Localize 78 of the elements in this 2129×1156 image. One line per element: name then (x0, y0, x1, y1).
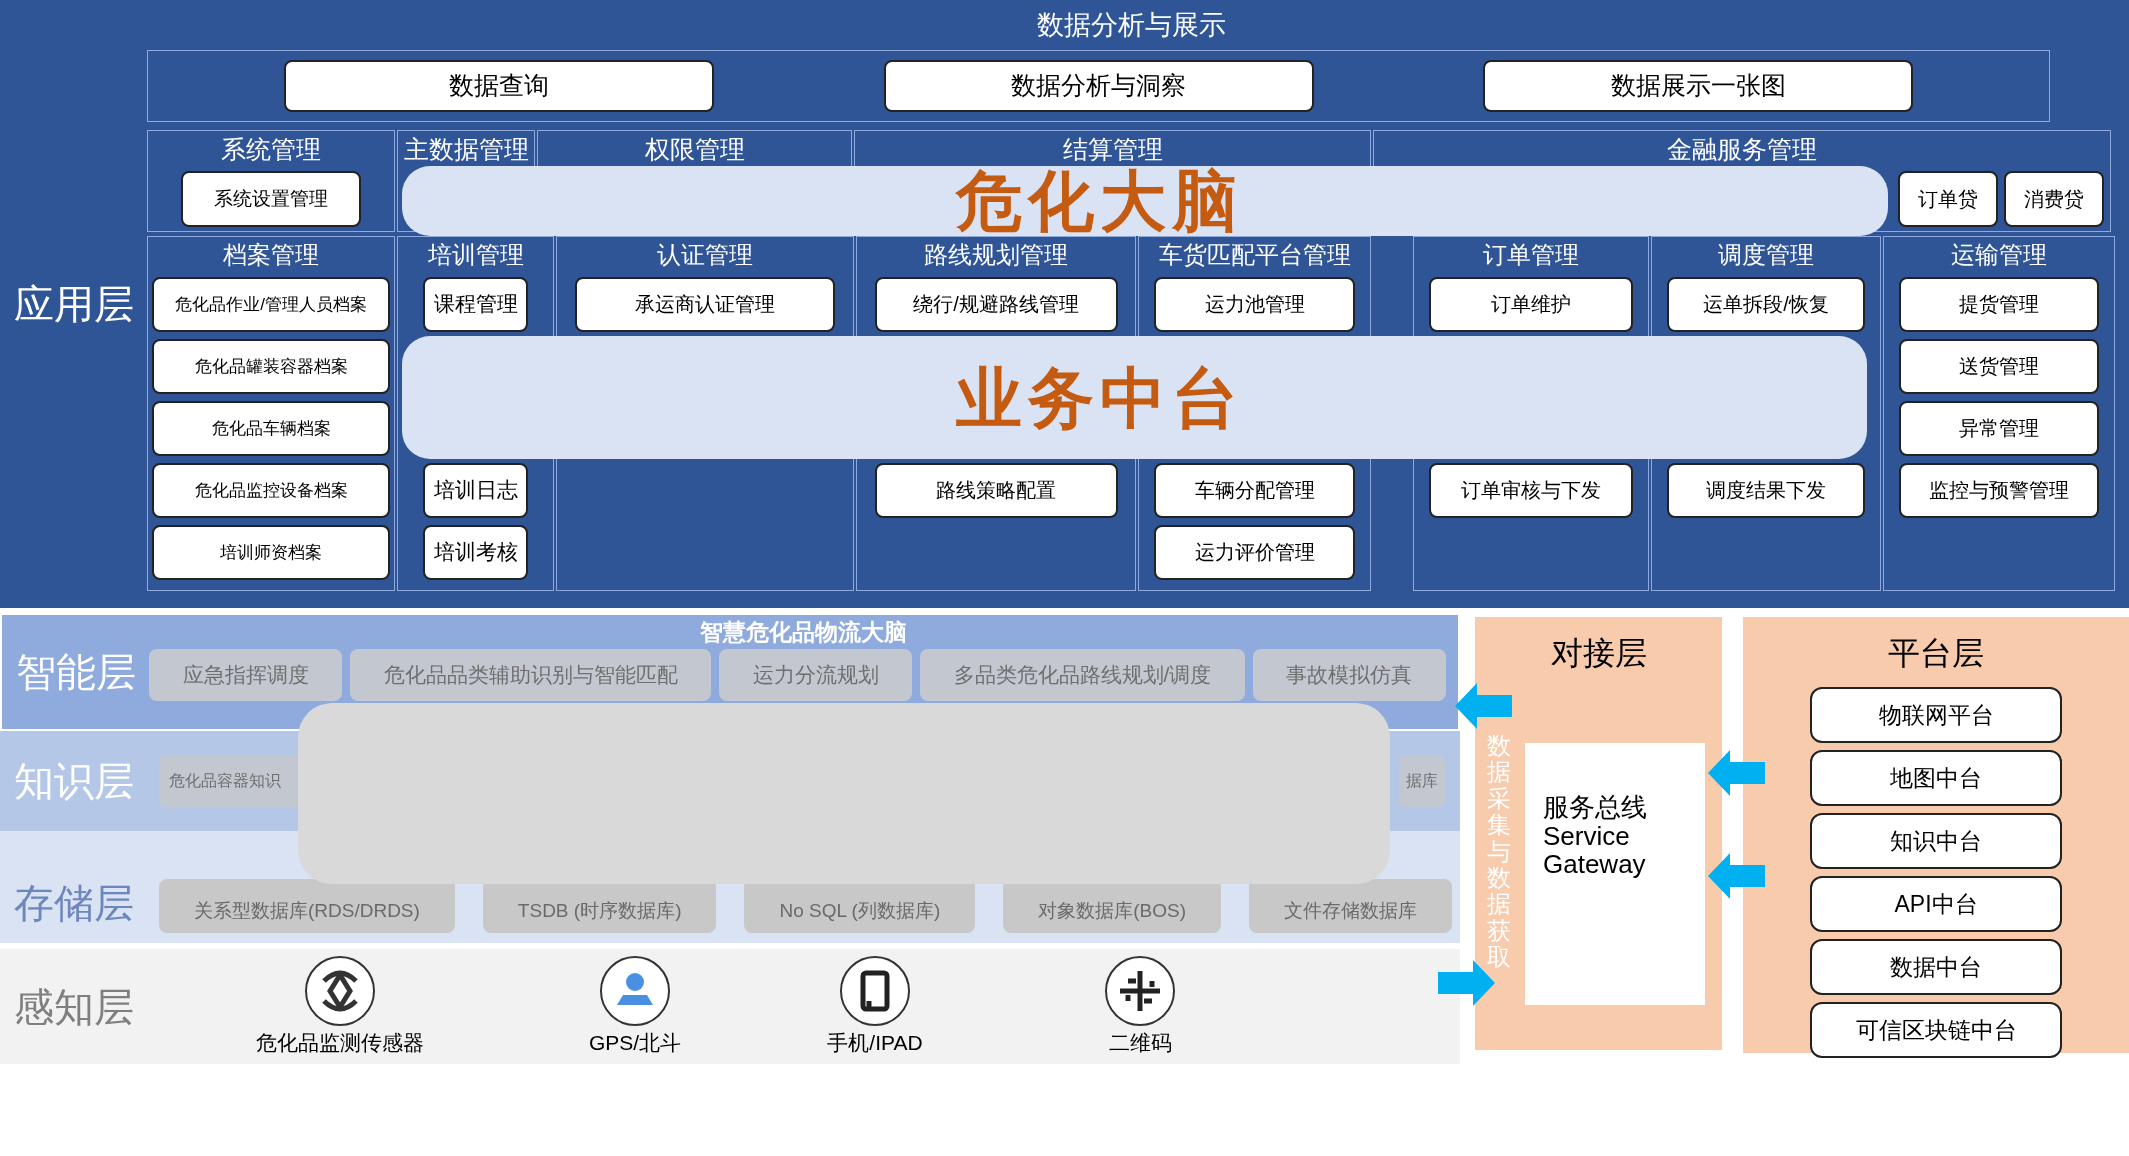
module-button[interactable]: 危化品罐装容器档案 (152, 339, 390, 394)
module-button[interactable]: 培训师资档案 (152, 525, 390, 580)
group-title: 金融服务管理 (1667, 134, 1817, 165)
group-title: 档案管理 (223, 240, 319, 270)
module-button[interactable]: 数据展示一张图 (1483, 60, 1913, 112)
capability-block: 应急指挥调度 (149, 649, 343, 701)
layer-label: 智能层 (15, 649, 136, 696)
module-button[interactable]: 可信区块链中台 (1810, 1002, 2062, 1058)
module-button[interactable]: 订单贷 (1898, 171, 1998, 227)
module-button[interactable]: 知识中台 (1810, 813, 2062, 869)
layer-title: 对接层 (1550, 634, 1647, 673)
capability-block: 多品类危化品路线规划/调度 (920, 649, 1245, 701)
module-button[interactable]: 消费贷 (2004, 171, 2104, 227)
module-button[interactable]: 异常管理 (1899, 401, 2099, 456)
module-button[interactable]: 订单维护 (1429, 277, 1633, 332)
module-button[interactable]: 系统设置管理 (181, 171, 361, 227)
group-title: 权限管理 (644, 134, 745, 165)
module-button[interactable]: 运力评价管理 (1154, 525, 1355, 580)
module-button[interactable]: 车辆分配管理 (1154, 463, 1355, 518)
module-button[interactable]: 承运商认证管理 (575, 277, 835, 332)
layer-label: 感知层 (13, 983, 134, 1031)
module-button[interactable]: 地图中台 (1810, 750, 2062, 806)
module-button[interactable]: 培训考核 (423, 525, 528, 580)
arrow-left-icon (1455, 683, 1512, 729)
layer-label: 知识层 (13, 758, 134, 805)
module-button[interactable]: 路线策略配置 (874, 463, 1118, 518)
phone-icon (839, 954, 911, 1027)
module-button[interactable]: 调度结果下发 (1667, 463, 1865, 518)
capability-block: 事故模拟仿真 (1252, 649, 1446, 701)
section-title: 数据分析与展示 (1036, 8, 1226, 42)
cross-grid-icon (1104, 954, 1176, 1027)
module-button[interactable]: 送货管理 (1899, 339, 2099, 394)
module-button[interactable]: 数据查询 (284, 60, 714, 112)
module-button[interactable]: 危化品作业/管理人员档案 (152, 277, 390, 332)
group-title: 路线规划管理 (924, 240, 1068, 270)
arrow-left-icon (1708, 750, 1765, 796)
module-button[interactable]: 课程管理 (423, 277, 528, 332)
device-label: 手机/IPAD (827, 1029, 923, 1056)
group-title: 调度管理 (1718, 240, 1814, 270)
group-title: 培训管理 (427, 240, 524, 270)
module-button[interactable]: 物联网平台 (1810, 687, 2062, 743)
module-button[interactable]: API中台 (1810, 876, 2062, 932)
module-button[interactable]: 运单拆段/恢复 (1667, 277, 1865, 332)
group-title: 认证管理 (657, 240, 753, 270)
database-block: 关系型数据库(RDS/DRDS) (159, 879, 455, 933)
arrow-left-icon (1708, 853, 1765, 899)
group-title: 主数据管理 (403, 134, 529, 165)
sensor-icon (304, 954, 376, 1027)
module-button[interactable]: 危化品车辆档案 (152, 401, 390, 456)
module-button[interactable]: 监控与预警管理 (1899, 463, 2099, 518)
vertical-caption: 数据采集与数据获取 (1487, 733, 1511, 973)
group-title: 订单管理 (1483, 240, 1579, 270)
database-block: 文件存储数据库 (1249, 879, 1453, 933)
group-title: 运输管理 (1951, 240, 2047, 270)
module-button[interactable]: 运力池管理 (1154, 277, 1355, 332)
group-title: 结算管理 (1062, 134, 1163, 165)
module-button[interactable]: 培训日志 (423, 463, 528, 518)
layer-title: 平台层 (1888, 634, 1984, 673)
layer-label: 应用层 (13, 281, 134, 328)
module-button[interactable]: 危化品监控设备档案 (152, 463, 390, 518)
layer-label: 存储层 (13, 880, 134, 927)
capability-block: 运力分流规划 (719, 649, 913, 701)
group-title: 系统管理 (221, 134, 321, 165)
module-button[interactable]: 数据分析与洞察 (883, 60, 1314, 112)
group-title: 车货匹配平台管理 (1158, 240, 1351, 270)
device-label: 二维码 (1108, 1029, 1172, 1056)
layer-title: 智慧危化品物流大脑 (700, 618, 907, 647)
device-label: 危化品监测传感器 (256, 1029, 424, 1056)
banner-title: 业务中台 (955, 364, 1244, 431)
module-button[interactable]: 数据中台 (1810, 939, 2062, 995)
module-button[interactable]: 提货管理 (1899, 277, 2099, 332)
module-button[interactable]: 绕行/规避路线管理 (874, 277, 1118, 332)
knowledge-block: 据库 (1399, 755, 1445, 807)
gateway-box: 服务总线 Service Gateway (1525, 743, 1705, 1005)
module-button[interactable]: 订单审核与下发 (1429, 463, 1633, 518)
banner-title: 危化大脑 (956, 168, 1244, 234)
device-label: GPS/北斗 (588, 1029, 682, 1056)
capability-block: 危化品品类辅助识别与智能匹配 (350, 649, 712, 701)
